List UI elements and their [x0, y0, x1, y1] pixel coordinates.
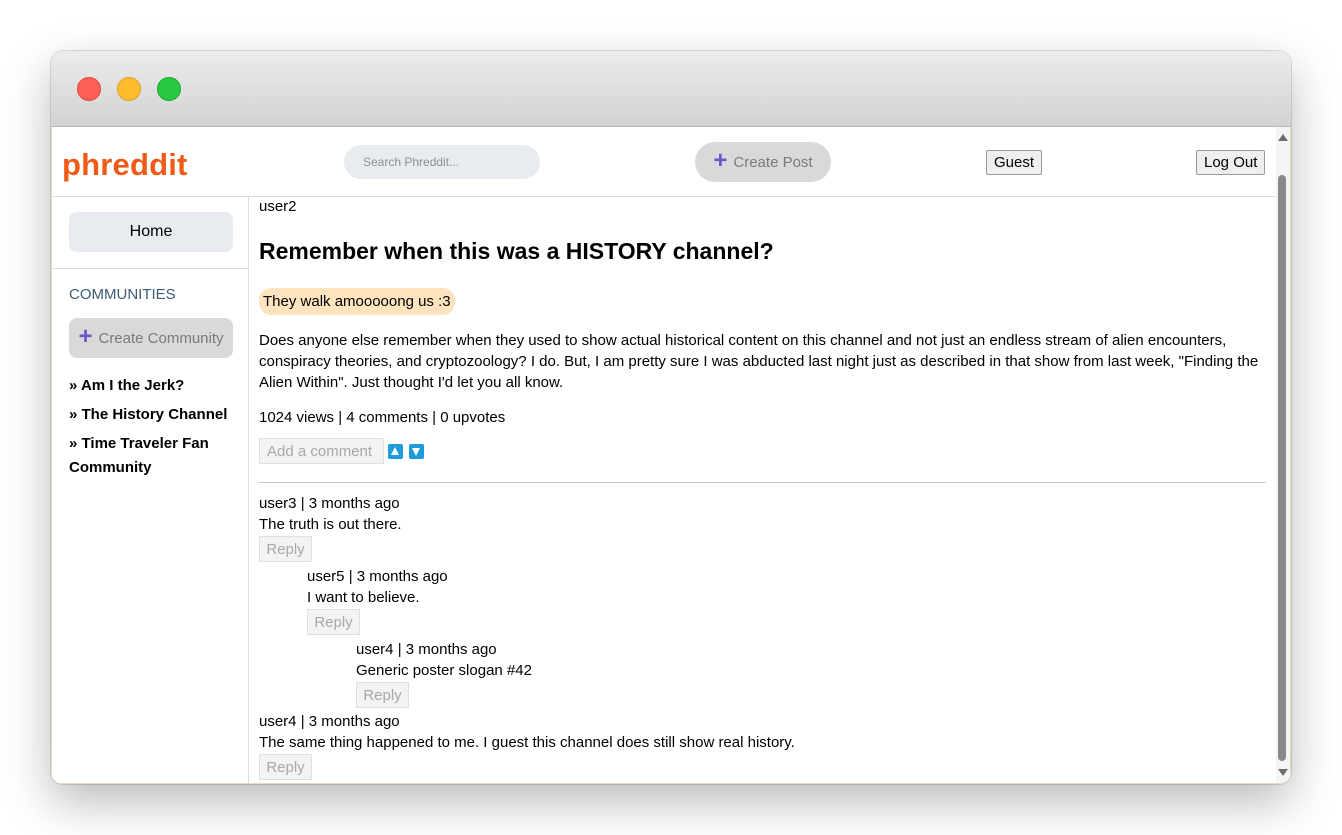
post-flair: They walk amooooong us :3 [259, 288, 455, 315]
comment: user4 | 3 months ago The same thing happ… [259, 711, 795, 780]
community-link[interactable]: » Am I the Jerk? [69, 374, 245, 398]
comment-text: I want to believe. [307, 589, 420, 606]
reply-button[interactable]: Reply [259, 754, 312, 780]
post-title: Remember when this was a HISTORY channel… [259, 238, 774, 264]
page-viewport: phreddit + Create Post Guest Log Out Hom… [51, 127, 1291, 784]
plus-icon: + [713, 147, 728, 174]
maximize-window-button[interactable] [157, 77, 181, 101]
page-scrollbar[interactable] [1276, 127, 1290, 783]
community-list: » Am I the Jerk? » The History Channel »… [69, 374, 245, 485]
comments-divider [259, 482, 1266, 483]
scroll-up-icon[interactable] [1278, 134, 1288, 141]
reply-button[interactable]: Reply [259, 536, 312, 562]
site-header: phreddit + Create Post Guest Log Out [52, 127, 1277, 197]
home-button[interactable]: Home [69, 212, 233, 252]
close-window-button[interactable] [77, 77, 101, 101]
title-bar [51, 51, 1291, 127]
logout-button[interactable]: Log Out [1196, 150, 1266, 175]
search-input[interactable] [344, 145, 540, 179]
site-logo[interactable]: phreddit [62, 147, 188, 183]
plus-icon: + [78, 323, 93, 350]
browser-window: phreddit + Create Post Guest Log Out Hom… [51, 51, 1291, 784]
sidebar: Home COMMUNITIES + Create Community » Am… [52, 197, 249, 783]
guest-button[interactable]: Guest [986, 150, 1043, 175]
comment-meta: user3 | 3 months ago [259, 495, 400, 512]
comment-text: Generic poster slogan #42 [356, 662, 532, 679]
post-author: user2 [259, 198, 297, 215]
community-link[interactable]: » Time Traveler Fan Community [69, 432, 245, 480]
create-community-label: Create Community [98, 329, 224, 347]
comment: user3 | 3 months ago The truth is out th… [259, 493, 402, 562]
post-stats: 1024 views | 4 comments | 0 upvotes [259, 409, 506, 426]
comment: user4 | 3 months ago Generic poster slog… [356, 639, 532, 708]
upvote-button[interactable] [388, 444, 403, 459]
downvote-button[interactable] [409, 444, 424, 459]
comment-meta: user4 | 3 months ago [259, 713, 400, 730]
reply-button[interactable]: Reply [356, 682, 409, 708]
sidebar-divider [52, 268, 249, 269]
communities-heading: COMMUNITIES [69, 286, 176, 303]
comment-text: The same thing happened to me. I guest t… [259, 734, 795, 751]
create-community-button[interactable]: + Create Community [69, 318, 233, 358]
scroll-down-icon[interactable] [1278, 769, 1288, 776]
minimize-window-button[interactable] [117, 77, 141, 101]
create-post-label: Create Post [733, 153, 813, 171]
comment-text: The truth is out there. [259, 516, 402, 533]
reply-button[interactable]: Reply [307, 609, 360, 635]
scrollbar-thumb[interactable] [1278, 175, 1286, 761]
community-link[interactable]: » The History Channel [69, 403, 245, 427]
create-post-button[interactable]: + Create Post [695, 142, 831, 182]
post-body: Does anyone else remember when they used… [259, 332, 1259, 391]
add-comment-input[interactable] [259, 438, 384, 464]
comment: user5 | 3 months ago I want to believe. … [307, 566, 448, 635]
comment-meta: user4 | 3 months ago [356, 641, 497, 658]
comment-meta: user5 | 3 months ago [307, 568, 448, 585]
